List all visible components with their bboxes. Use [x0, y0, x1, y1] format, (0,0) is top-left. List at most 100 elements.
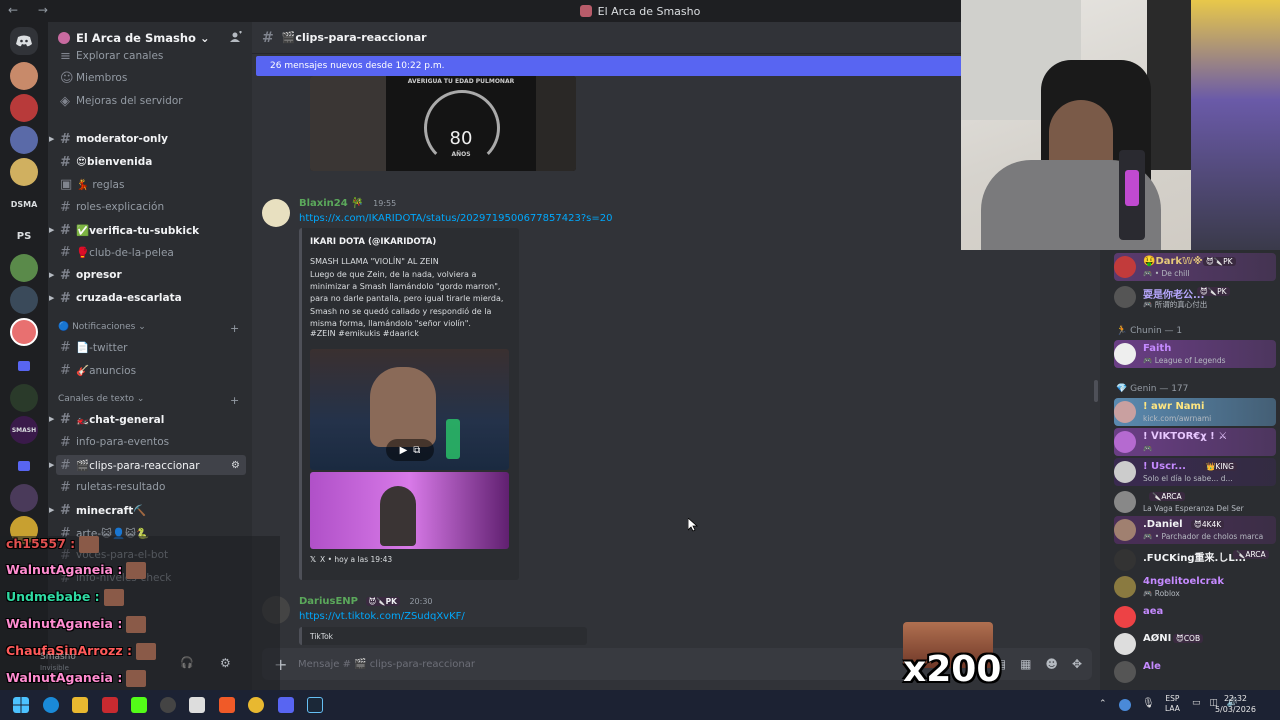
channel-item[interactable]: ☺ Miembros [56, 68, 246, 88]
message-link[interactable]: https://vt.tiktok.com/ZSudqXvKF/ [299, 611, 465, 622]
channel-label: cruzada-escarlata [76, 292, 182, 304]
channel-item[interactable]: # 📄-twitter [56, 337, 246, 357]
channel-item[interactable]: ▶ # moderator-only [49, 129, 246, 149]
figures-shelf [1191, 0, 1280, 250]
clock[interactable]: 22:32 5/03/2026 [1215, 693, 1256, 715]
member-item[interactable]: ! Uscr... 👑KING Solo el día lo sabe... d..… [1114, 458, 1276, 486]
windows-start-icon[interactable] [13, 697, 29, 713]
video-person-2 [380, 486, 416, 546]
tray-app-icon[interactable] [1119, 699, 1131, 711]
discord-home-icon[interactable] [10, 27, 38, 55]
server-avatar[interactable] [10, 62, 38, 90]
steam-icon[interactable] [307, 697, 323, 713]
embed-site[interactable]: TikTok [310, 632, 333, 641]
server-avatar[interactable] [10, 254, 38, 282]
channel-category[interactable]: Canales de texto ⌄ + [58, 394, 239, 407]
add-channel-icon[interactable]: + [230, 322, 239, 335]
apps-icon[interactable]: ✥ [1072, 657, 1082, 671]
member-item[interactable]: aea [1114, 603, 1276, 631]
channel-item[interactable]: ▶ # 🏍️chat-general [49, 409, 246, 429]
sticker-icon[interactable]: ▦ [1020, 657, 1031, 671]
channel-item[interactable]: ▶ # minecraft⛏️ [49, 500, 246, 520]
stream-chat-line: Undmebabe : [6, 589, 124, 606]
channel-settings-icon[interactable]: ⚙ [231, 460, 240, 471]
channel-item[interactable]: ▶ # 🎬clips-para-reaccionar ⚙ [49, 455, 246, 475]
message-author[interactable]: Blaxin24 🎋 19:55 [299, 198, 396, 209]
member-item[interactable]: Faith 🎮 League of Legends [1114, 340, 1276, 368]
member-item[interactable]: AØNI 😈COB [1114, 630, 1276, 658]
message-link[interactable]: https://x.com/IKARIDOTA/status/202971950… [299, 213, 612, 224]
server-smash[interactable]: SMASH [10, 416, 38, 444]
edge-icon[interactable] [43, 697, 59, 713]
file-explorer-icon[interactable] [72, 697, 88, 713]
language-indicator[interactable]: ESP LAA [1165, 694, 1180, 714]
channel-item[interactable]: ▶ # opresor [49, 265, 246, 285]
chrome-icon[interactable] [248, 697, 264, 713]
unread-indicator-icon: ▶ [49, 461, 55, 469]
member-item[interactable]: ! awr Nami kick.com/awrnami [1114, 398, 1276, 426]
emoji-icon[interactable]: ☻ [1045, 657, 1058, 671]
mouse-cursor-icon [688, 518, 698, 532]
new-messages-bar[interactable]: 26 mensajes nuevos desde 10:22 p.m. [256, 56, 962, 76]
author-name[interactable]: DariusENP [299, 596, 358, 607]
channel-item[interactable]: ≡ Explorar canales [56, 46, 246, 66]
app-icon[interactable] [189, 697, 205, 713]
microphone-tray-icon[interactable]: 🎙 [1142, 698, 1155, 709]
server-avatar-active[interactable] [10, 318, 38, 346]
unread-indicator-icon: ▶ [49, 271, 55, 279]
channel-item[interactable]: # ruletas-resultado [56, 477, 246, 497]
brave-icon[interactable] [219, 697, 235, 713]
add-channel-icon[interactable]: + [230, 394, 239, 407]
message-author[interactable]: DariusENP 😈🔪PK 20:30 [299, 596, 433, 607]
video-thumbnail-top[interactable]: ▶ ⧉ [310, 349, 509, 470]
channel-item[interactable]: ▶ # ✅verifica-tu-subkick [49, 220, 246, 240]
server-avatar[interactable] [10, 94, 38, 122]
author-name[interactable]: Blaxin24 [299, 198, 348, 209]
channel-item[interactable]: ▣ 💃 reglas [56, 174, 246, 194]
server-ps[interactable]: PS [10, 222, 38, 250]
member-item[interactable]: 耍是你老公... 😈🔪PK 🎮 所谓的真心付出 [1114, 283, 1276, 311]
channel-item[interactable]: ▶ # cruzada-escarlata [49, 288, 246, 308]
server-avatar[interactable] [10, 384, 38, 412]
image-attachment[interactable]: AVERIGUA TU EDAD PULMONAR 80 AÑOS [310, 76, 576, 171]
server-dsma[interactable]: DSMA [10, 190, 38, 218]
embed-author[interactable]: IKARI DOTA (@IKARIDOTA) [310, 237, 436, 247]
member-item[interactable]: Ale [1114, 658, 1276, 686]
channel-item[interactable]: # 🥊club-de-la-pelea [56, 242, 246, 262]
nav-arrows[interactable]: ← → [8, 3, 56, 17]
discord-taskbar-icon[interactable] [278, 697, 294, 713]
unread-indicator-icon: ▶ [49, 294, 55, 302]
member-item[interactable]: ! ᐯIKTOR€χ ! ⚔ 🎮 [1114, 428, 1276, 456]
server-avatar[interactable] [10, 126, 38, 154]
tray-chevron-icon[interactable]: ⌃ [1099, 699, 1107, 709]
channel-item[interactable]: # roles-explicación [56, 197, 246, 217]
channel-item[interactable]: ◈ Mejoras del servidor [56, 91, 246, 111]
server-avatar[interactable] [10, 158, 38, 186]
member-name: 🤑Dark𝕎※ [1143, 256, 1203, 267]
scrollbar[interactable] [1094, 380, 1098, 402]
video-thumbnail-bottom[interactable] [310, 472, 509, 549]
channel-category[interactable]: 🔵 Notificaciones ⌄ + [58, 322, 239, 335]
channel-item[interactable]: # 🎸anuncios [56, 360, 246, 380]
avatar[interactable] [262, 199, 290, 227]
folder-icon[interactable] [10, 352, 38, 380]
open-icon: ⧉ [413, 444, 421, 456]
member-item[interactable]: 4ngelitoelcrak 🎮 Roblox [1114, 573, 1276, 601]
member-name: Faith [1143, 343, 1172, 354]
member-item[interactable]: .Daniel 😈4K4K 🎮 • Parchador de cholos marc… [1114, 516, 1276, 544]
channel-item[interactable]: # info-para-eventos [56, 432, 246, 452]
server-avatar[interactable] [10, 484, 38, 512]
app-icon[interactable] [102, 697, 118, 713]
folder-icon[interactable] [10, 452, 38, 480]
play-button[interactable]: ▶ ⧉ [386, 439, 434, 461]
settings-gear-icon[interactable]: ⚙ [220, 656, 231, 670]
member-item[interactable]: 🤑Dark𝕎※ 😈🔪PK 🎮 • De chill [1114, 253, 1276, 281]
server-avatar[interactable] [10, 286, 38, 314]
invite-icon[interactable] [230, 30, 242, 46]
channel-item[interactable]: # 😍bienvenida [56, 152, 246, 172]
kick-icon[interactable] [131, 697, 147, 713]
member-item[interactable]: 🔪ARCA La Vaga Esperanza Del Ser [1114, 488, 1276, 516]
headset-icon[interactable]: 🎧 [180, 656, 194, 669]
member-item[interactable]: .FUCKing重来.しL... 🔪ARCA [1114, 546, 1276, 574]
app-icon[interactable] [160, 697, 176, 713]
